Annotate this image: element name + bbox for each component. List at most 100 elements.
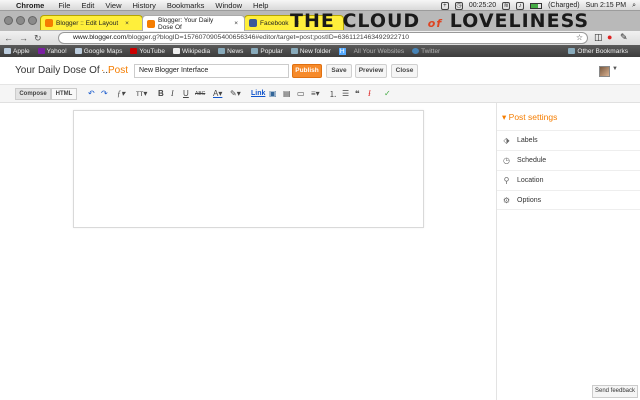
bulleted-list-icon[interactable]: ☰ [342, 89, 349, 98]
expand-caret-icon: ▾ [502, 112, 507, 122]
bookmark-news[interactable]: News [218, 48, 243, 55]
close-tab-icon[interactable]: × [234, 20, 238, 27]
post-settings-sidebar: ▾ Post settings ⬗ Labels ◷ Schedule ⚲ Lo… [496, 103, 640, 400]
post-body-editor[interactable] [73, 110, 424, 228]
save-button[interactable]: Save [326, 64, 352, 78]
reload-icon[interactable]: ↻ [34, 33, 42, 44]
status-plus-icon[interactable]: + [440, 1, 449, 10]
sidebar-item-labels[interactable]: ⬗ Labels [497, 130, 640, 150]
menu-bookmarks[interactable]: Bookmarks [167, 1, 205, 10]
blog-title[interactable]: Your Daily Dose Of ... [15, 65, 111, 76]
url-field[interactable]: www.blogger.com/blogger.g?blogID=1576070… [58, 32, 588, 44]
post-title-input[interactable]: New Blogger Interface [134, 64, 289, 78]
sidebar-item-location[interactable]: ⚲ Location [497, 170, 640, 190]
preview-button[interactable]: Preview [355, 64, 387, 78]
wrench-icon[interactable]: ✎ [620, 32, 628, 43]
wifi-icon[interactable]: ≋ [502, 1, 511, 10]
folder-icon [251, 48, 259, 54]
menu-app-name[interactable]: Chrome [16, 1, 44, 10]
blogger-header: Your Daily Dose Of ... · Post New Blogge… [0, 57, 640, 85]
bookmark-yahoo[interactable]: Yahoo! [37, 48, 67, 55]
maps-icon [74, 48, 82, 54]
underline-icon[interactable]: U [183, 89, 189, 98]
remove-formatting-icon[interactable]: Ɨ [368, 89, 371, 98]
menu-help[interactable]: Help [253, 1, 268, 10]
folder-icon [290, 48, 298, 54]
bookmark-all-your-websites[interactable]: All Your Websites [354, 48, 404, 55]
spotlight-icon[interactable]: ⌕ [632, 2, 636, 10]
menu-edit[interactable]: Edit [81, 1, 94, 10]
bookmark-apple[interactable]: Apple [4, 48, 30, 55]
extension-red-icon[interactable]: ● [607, 32, 612, 42]
tag-icon: ⬗ [503, 136, 510, 145]
menu-window[interactable]: Window [215, 1, 242, 10]
strikethrough-icon[interactable]: ABC [195, 91, 205, 97]
bookmark-popular[interactable]: Popular [251, 48, 283, 55]
sidebar-item-schedule[interactable]: ◷ Schedule [497, 150, 640, 170]
bold-icon[interactable]: B [158, 89, 164, 98]
battery-icon[interactable] [530, 2, 543, 9]
bookmarks-bar: Apple Yahoo! Google Maps YouTube Wikiped… [0, 45, 640, 57]
timer-readout: 00:25:20 [468, 2, 497, 9]
close-button[interactable]: Close [391, 64, 418, 78]
theme-logo: THE CLOUD of LOVELINESS [290, 10, 590, 32]
font-family-icon[interactable]: ƒ▾ [117, 89, 125, 98]
url-host: www.blogger.com [73, 34, 127, 41]
insert-jump-break-icon[interactable]: ▭ [297, 89, 305, 98]
editor-toolbar: Compose HTML ↶ ↷ ƒ▾ тт▾ B I U ABC A▾ ✎▾ … [0, 85, 640, 103]
insert-video-icon[interactable]: ▤ [283, 89, 291, 98]
menu-view[interactable]: View [105, 1, 121, 10]
highlight-color-icon[interactable]: ✎▾ [230, 89, 241, 98]
quote-icon[interactable]: ❝ [355, 89, 360, 98]
text-color-icon[interactable]: A▾ [213, 89, 222, 98]
extension-icon[interactable]: ◫ [594, 32, 603, 43]
undo-icon[interactable]: ↶ [88, 89, 95, 98]
send-feedback-button[interactable]: Send feedback [592, 385, 638, 398]
italic-icon[interactable]: I [171, 89, 174, 98]
clock[interactable]: Sun 2:15 PM [586, 2, 626, 9]
menu-file[interactable]: File [58, 1, 70, 10]
sidebar-item-label: Location [517, 177, 544, 184]
yahoo-icon [37, 48, 45, 54]
spell-check-icon[interactable]: ✓ [384, 89, 391, 98]
font-size-icon[interactable]: тт▾ [136, 89, 147, 98]
volume-icon[interactable]: ♪ [516, 1, 525, 10]
numbered-list-icon[interactable]: ⒈ [329, 89, 337, 100]
status-clock-icon[interactable]: ◷ [454, 1, 463, 10]
tab-edit-layout[interactable]: Blogger :: Edit Layout × [40, 15, 143, 30]
account-caret-icon[interactable]: ▼ [612, 66, 618, 72]
bookmark-google-maps[interactable]: Google Maps [74, 48, 122, 55]
close-window-icon[interactable] [4, 16, 13, 25]
zoom-window-icon[interactable] [28, 16, 37, 25]
folder-icon [218, 48, 226, 54]
bookmark-new-folder[interactable]: New folder [290, 48, 331, 55]
publish-button[interactable]: Publish [292, 64, 322, 78]
wikipedia-icon [172, 48, 180, 54]
bookmark-wikipedia[interactable]: Wikipedia [172, 48, 210, 55]
close-tab-icon[interactable]: × [125, 20, 129, 27]
bookmark-other[interactable]: Other Bookmarks [568, 48, 628, 55]
bookmark-youtube[interactable]: YouTube [130, 48, 165, 55]
forward-arrow-icon[interactable]: → [19, 33, 28, 43]
insert-image-icon[interactable]: ▣ [269, 89, 277, 98]
minimize-window-icon[interactable] [16, 16, 25, 25]
sidebar-item-label: Labels [517, 137, 538, 144]
sidebar-item-options[interactable]: ⚙ Options [497, 190, 640, 210]
back-arrow-icon[interactable]: ← [4, 33, 13, 43]
compose-mode-button[interactable]: Compose [15, 88, 51, 100]
menu-history[interactable]: History [133, 1, 156, 10]
align-icon[interactable]: ≡▾ [311, 89, 320, 98]
bookmark-h[interactable]: H [338, 47, 346, 55]
url-path: /blogger.g?blogID=1576070905400656346#ed… [126, 34, 410, 41]
post-settings-title: Post settings [508, 112, 558, 122]
redo-icon[interactable]: ↷ [101, 89, 108, 98]
avatar[interactable] [599, 66, 610, 77]
insert-link-button[interactable]: Link [251, 90, 265, 97]
bookmark-twitter[interactable]: Twitter [412, 48, 440, 55]
tab-daily-dose-active[interactable]: Blogger: Your Daily Dose Of × [142, 15, 245, 31]
youtube-icon [130, 48, 138, 54]
post-settings-header[interactable]: ▾ Post settings [502, 112, 557, 123]
html-mode-button[interactable]: HTML [51, 88, 77, 100]
tab-label: Blogger :: Edit Layout [56, 19, 119, 27]
bookmark-star-icon[interactable]: ☆ [576, 33, 583, 43]
